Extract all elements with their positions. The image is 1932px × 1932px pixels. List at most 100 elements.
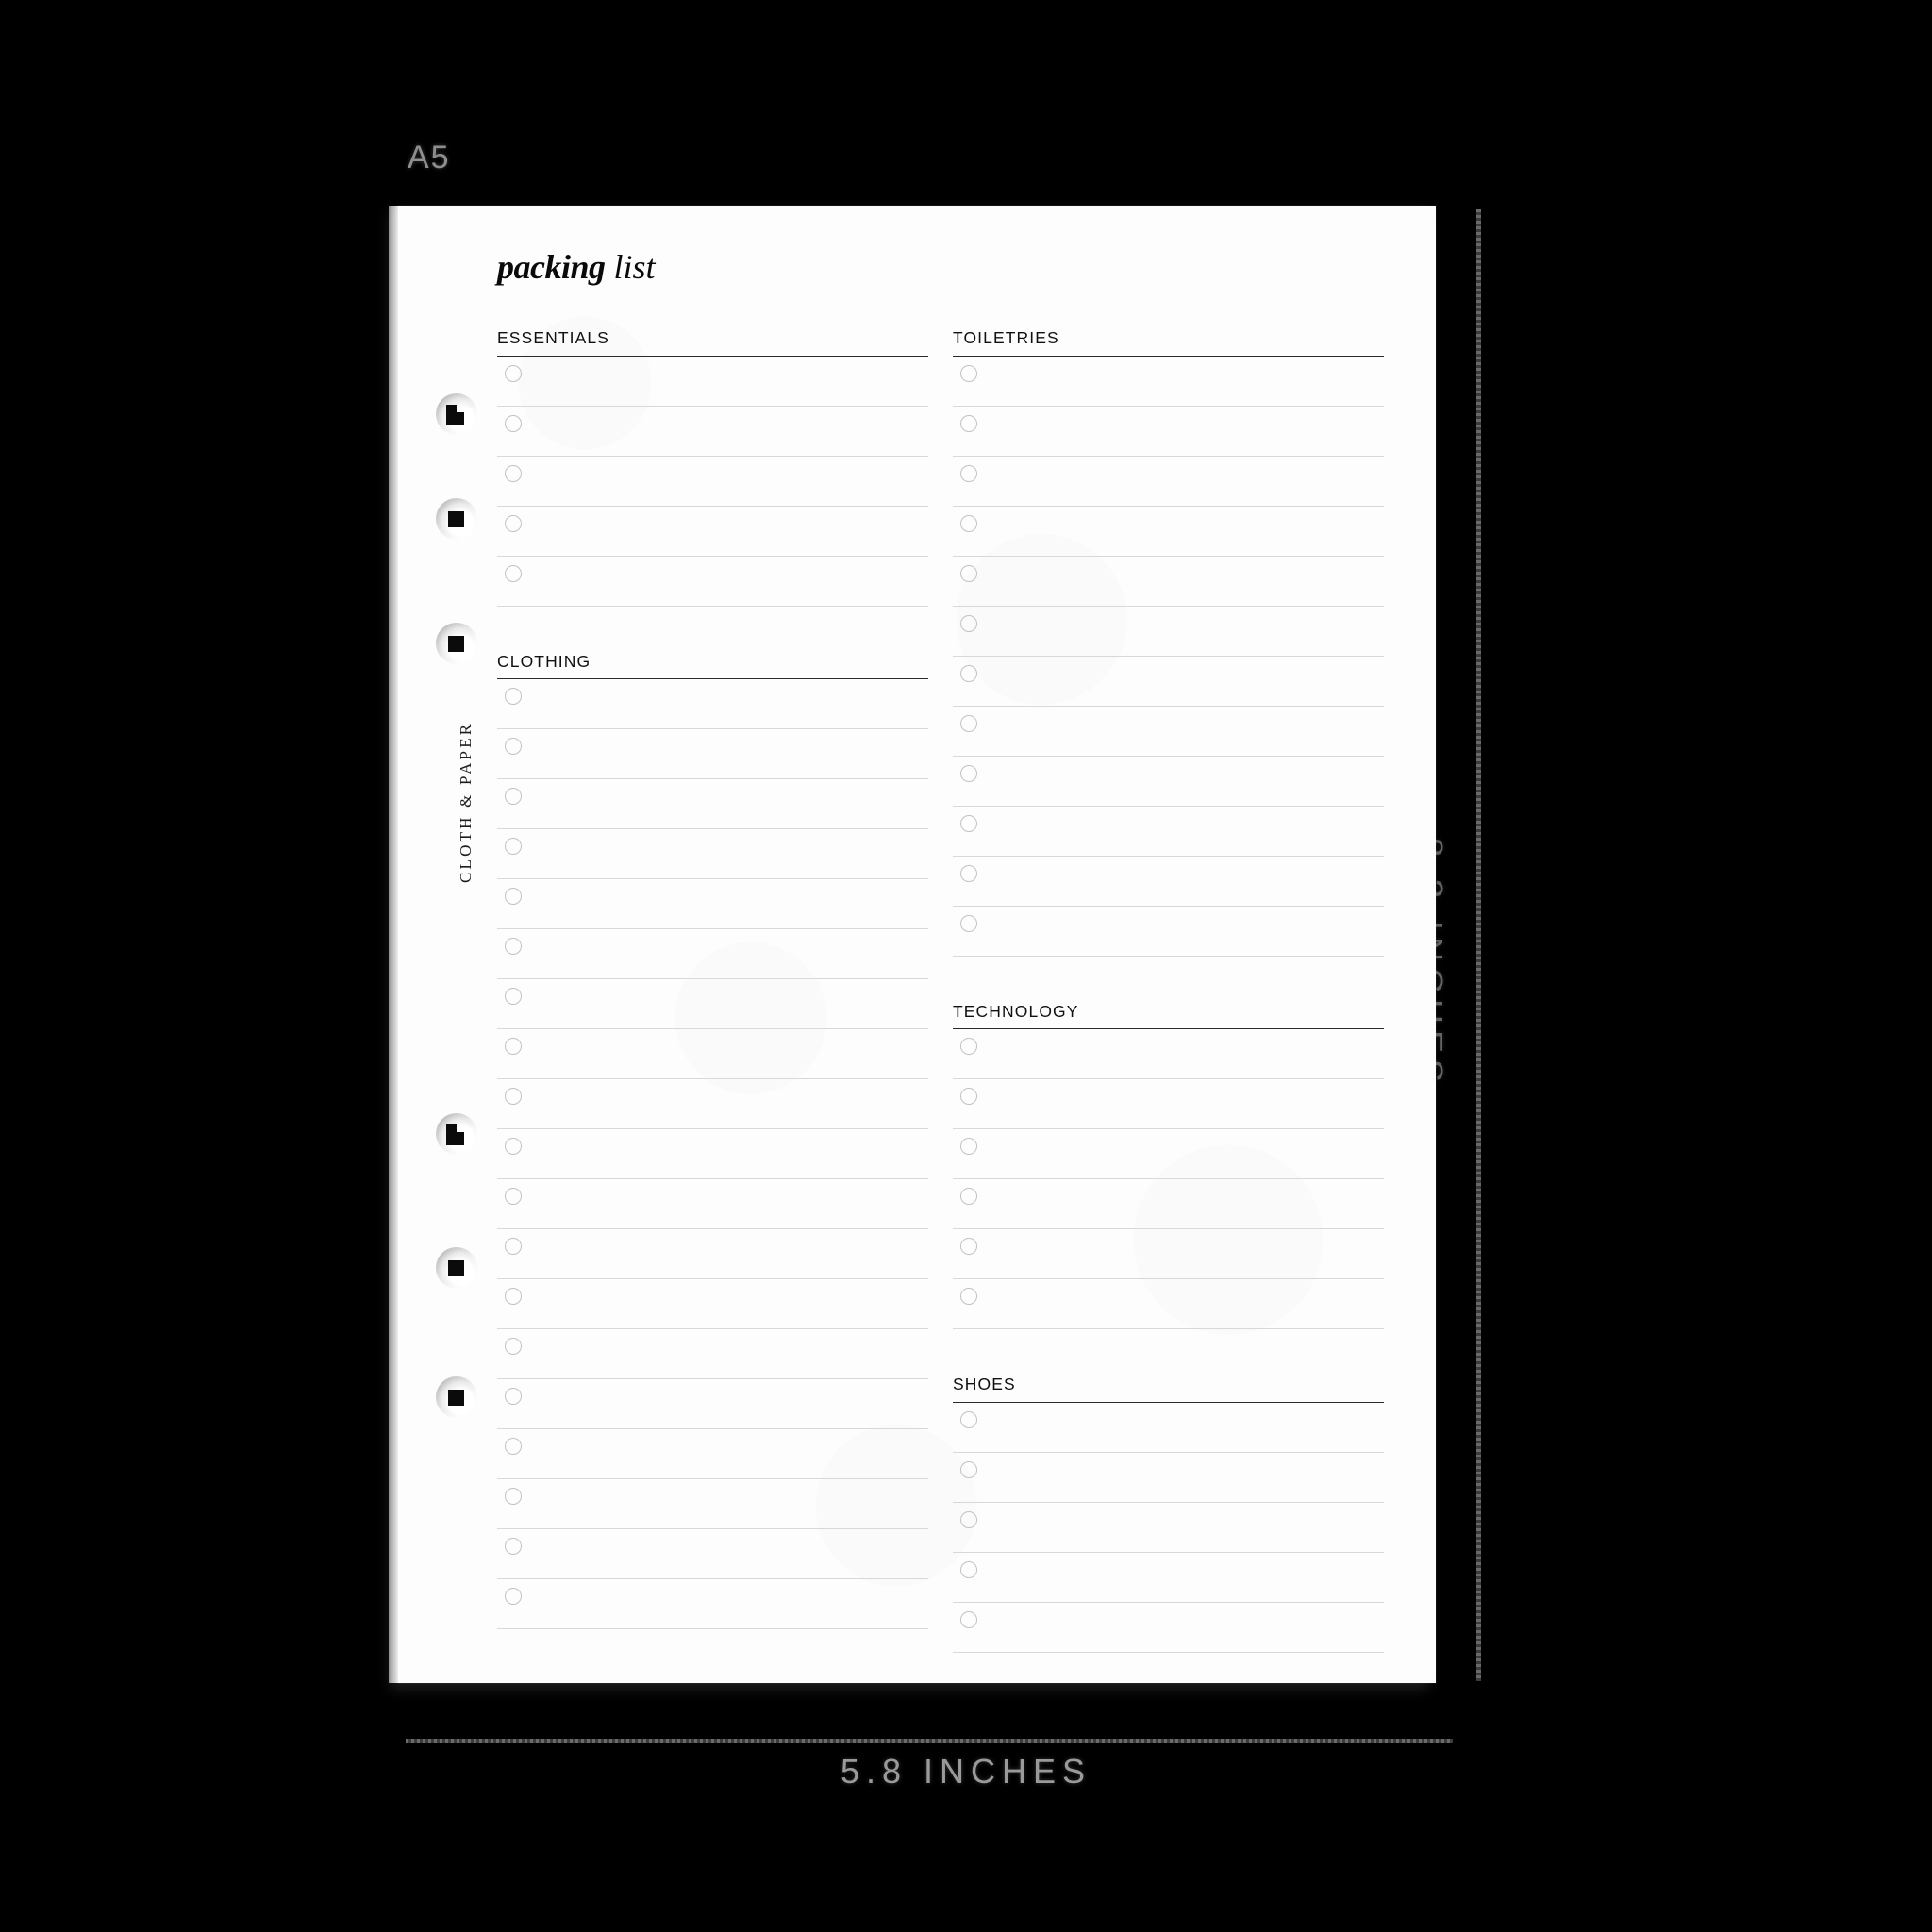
- circle-outline-icon[interactable]: [960, 864, 977, 882]
- checklist-row[interactable]: [953, 1603, 1384, 1653]
- circle-outline-icon[interactable]: [505, 1538, 522, 1555]
- checklist-row[interactable]: [953, 1553, 1384, 1603]
- circle-outline-icon[interactable]: [960, 1610, 977, 1628]
- circle-outline-icon[interactable]: [505, 738, 522, 755]
- section-clothing: CLOTHING: [497, 653, 928, 1629]
- checklist-row[interactable]: [497, 1179, 928, 1229]
- circle-outline-icon[interactable]: [505, 414, 522, 432]
- checklist-row[interactable]: [953, 457, 1384, 507]
- checklist-row[interactable]: [497, 779, 928, 829]
- checklist-rows: [953, 1029, 1384, 1329]
- circle-outline-icon[interactable]: [505, 1288, 522, 1305]
- checklist-row[interactable]: [953, 1079, 1384, 1129]
- circle-outline-icon[interactable]: [960, 1088, 977, 1105]
- circle-outline-icon[interactable]: [505, 788, 522, 805]
- circle-outline-icon[interactable]: [505, 564, 522, 582]
- circle-outline-icon[interactable]: [505, 1038, 522, 1055]
- circle-outline-icon[interactable]: [505, 1188, 522, 1205]
- checklist-row[interactable]: [497, 557, 928, 607]
- checklist-row[interactable]: [953, 407, 1384, 457]
- circle-outline-icon[interactable]: [960, 714, 977, 732]
- checklist-row[interactable]: [953, 1403, 1384, 1453]
- punch-hole-icon: [436, 393, 477, 435]
- checklist-row[interactable]: [953, 607, 1384, 657]
- circle-outline-icon[interactable]: [505, 1088, 522, 1105]
- checklist-row[interactable]: [497, 1429, 928, 1479]
- circle-outline-icon[interactable]: [960, 1560, 977, 1578]
- checklist-row[interactable]: [953, 1229, 1384, 1279]
- circle-outline-icon[interactable]: [960, 914, 977, 932]
- circle-outline-icon[interactable]: [505, 1238, 522, 1255]
- circle-outline-icon[interactable]: [960, 664, 977, 682]
- checklist-row[interactable]: [497, 1029, 928, 1079]
- circle-outline-icon[interactable]: [960, 1288, 977, 1305]
- circle-outline-icon[interactable]: [960, 1238, 977, 1255]
- checklist-row[interactable]: [497, 1379, 928, 1429]
- checklist-row[interactable]: [953, 1029, 1384, 1079]
- checklist-row[interactable]: [953, 1279, 1384, 1329]
- checklist-row[interactable]: [497, 679, 928, 729]
- punch-hole-icon: [436, 1376, 477, 1418]
- circle-outline-icon[interactable]: [960, 414, 977, 432]
- circle-outline-icon[interactable]: [505, 838, 522, 855]
- circle-outline-icon[interactable]: [505, 1488, 522, 1505]
- checklist-row[interactable]: [953, 657, 1384, 707]
- circle-outline-icon[interactable]: [960, 1460, 977, 1478]
- checklist-row[interactable]: [953, 1453, 1384, 1503]
- checklist-row[interactable]: [953, 857, 1384, 907]
- circle-outline-icon[interactable]: [960, 814, 977, 832]
- checklist-row[interactable]: [953, 357, 1384, 407]
- checklist-row[interactable]: [497, 829, 928, 879]
- circle-outline-icon[interactable]: [960, 364, 977, 382]
- circle-outline-icon[interactable]: [960, 1410, 977, 1428]
- circle-outline-icon[interactable]: [505, 938, 522, 955]
- checklist-row[interactable]: [953, 1129, 1384, 1179]
- checklist-row[interactable]: [497, 979, 928, 1029]
- circle-outline-icon[interactable]: [960, 614, 977, 632]
- circle-outline-icon[interactable]: [960, 1038, 977, 1055]
- checklist-row[interactable]: [497, 1329, 928, 1379]
- checklist-row[interactable]: [497, 357, 928, 407]
- circle-outline-icon[interactable]: [505, 1338, 522, 1355]
- checklist-row[interactable]: [497, 729, 928, 779]
- circle-outline-icon[interactable]: [505, 464, 522, 482]
- circle-outline-icon[interactable]: [505, 988, 522, 1005]
- checklist-row[interactable]: [953, 907, 1384, 957]
- circle-outline-icon[interactable]: [505, 888, 522, 905]
- circle-outline-icon[interactable]: [960, 564, 977, 582]
- circle-outline-icon[interactable]: [505, 1388, 522, 1405]
- punch-hole-icon: [436, 623, 477, 664]
- checklist-row[interactable]: [953, 807, 1384, 857]
- checklist-row[interactable]: [497, 407, 928, 457]
- circle-outline-icon[interactable]: [505, 1438, 522, 1455]
- circle-outline-icon[interactable]: [960, 1138, 977, 1155]
- circle-outline-icon[interactable]: [960, 464, 977, 482]
- circle-outline-icon[interactable]: [505, 364, 522, 382]
- checklist-row[interactable]: [497, 1479, 928, 1529]
- checklist-row[interactable]: [497, 879, 928, 929]
- checklist-row[interactable]: [953, 1179, 1384, 1229]
- checklist-row[interactable]: [497, 1129, 928, 1179]
- section-toiletries: TOILETRIES: [953, 329, 1384, 957]
- circle-outline-icon[interactable]: [505, 688, 522, 705]
- checklist-row[interactable]: [497, 1229, 928, 1279]
- checklist-row[interactable]: [497, 929, 928, 979]
- checklist-row[interactable]: [497, 1279, 928, 1329]
- circle-outline-icon[interactable]: [505, 1588, 522, 1605]
- checklist-row[interactable]: [953, 557, 1384, 607]
- circle-outline-icon[interactable]: [960, 514, 977, 532]
- circle-outline-icon[interactable]: [960, 1188, 977, 1205]
- checklist-row[interactable]: [497, 1079, 928, 1129]
- circle-outline-icon[interactable]: [960, 1510, 977, 1528]
- checklist-row[interactable]: [497, 457, 928, 507]
- checklist-row[interactable]: [497, 507, 928, 557]
- circle-outline-icon[interactable]: [505, 1138, 522, 1155]
- checklist-row[interactable]: [953, 757, 1384, 807]
- checklist-row[interactable]: [953, 507, 1384, 557]
- checklist-row[interactable]: [497, 1579, 928, 1629]
- checklist-row[interactable]: [497, 1529, 928, 1579]
- circle-outline-icon[interactable]: [505, 514, 522, 532]
- circle-outline-icon[interactable]: [960, 764, 977, 782]
- checklist-row[interactable]: [953, 707, 1384, 757]
- checklist-row[interactable]: [953, 1503, 1384, 1553]
